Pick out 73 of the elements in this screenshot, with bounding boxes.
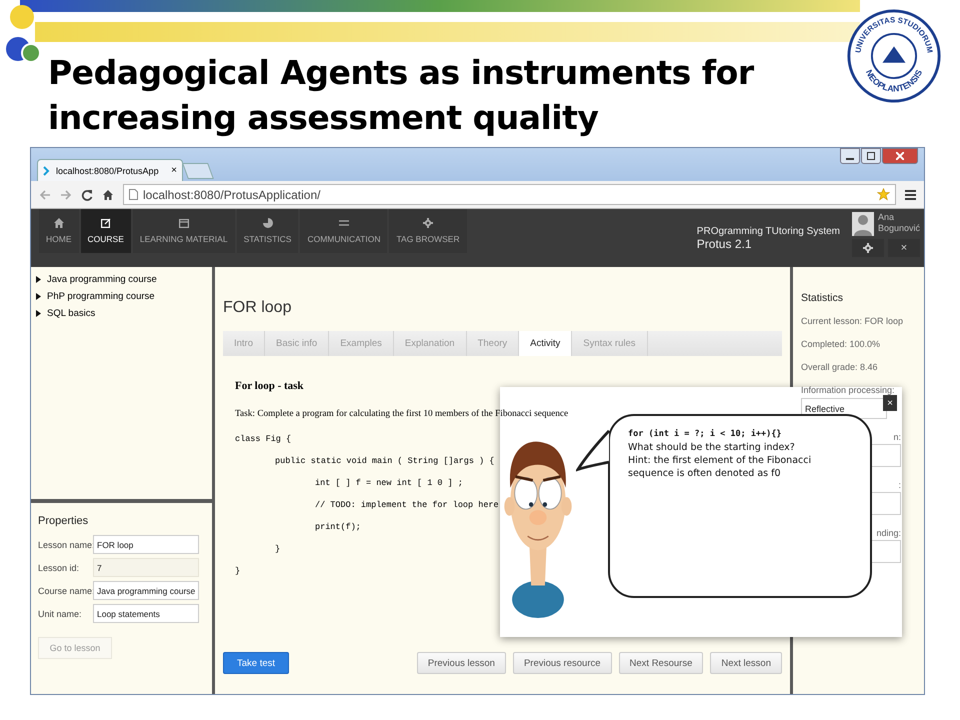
home-icon: [54, 218, 64, 228]
pie-chart-icon: [262, 218, 272, 228]
task-text: Task: Complete a program for calculating the first 10 members of the Fibonacci sequence: [235, 409, 570, 419]
field-label: Lesson name:: [38, 540, 93, 550]
exchange-icon: [338, 218, 349, 228]
field-label: Lesson id:: [38, 562, 80, 572]
gear-icon: [863, 243, 873, 253]
field-label: Unit name:: [38, 608, 83, 618]
nav-tab[interactable]: HOME: [39, 209, 78, 253]
code-line: class Fig {: [235, 434, 292, 444]
text-field[interactable]: Loop statements: [93, 604, 199, 623]
field-label: n:: [893, 432, 901, 442]
agent-question: What should be the starting index?: [628, 441, 796, 454]
field-label: Information processing:: [801, 385, 896, 395]
course-tree-item[interactable]: Java programming course: [36, 271, 207, 288]
task-title: For loop - task: [235, 380, 305, 392]
text-field[interactable]: Java programming course: [93, 581, 199, 600]
logout-button[interactable]: ×: [888, 239, 920, 257]
properties-heading: Properties: [38, 515, 90, 527]
nav-tab[interactable]: LEARNING MATERIAL: [132, 209, 235, 253]
user-name: Ana Bogunović: [878, 212, 922, 235]
lesson-tab[interactable]: Activity: [519, 331, 572, 356]
nav-tab[interactable]: STATISTICS: [236, 209, 298, 253]
window-close-button[interactable]: [882, 148, 918, 164]
text-field: 7: [93, 558, 199, 577]
maximize-button[interactable]: [861, 148, 881, 164]
lesson-button[interactable]: Previous lesson: [416, 652, 506, 674]
code-line: public static void main ( String []args ) {: [275, 456, 494, 466]
statistic-text: Completed: 100.0%: [801, 339, 882, 349]
course-tree-item[interactable]: SQL basics: [36, 305, 207, 322]
course-tree-item[interactable]: PhP programming course: [36, 288, 207, 305]
minimize-button[interactable]: [840, 148, 860, 164]
home-icon[interactable]: [102, 188, 114, 200]
edit-icon: [100, 218, 111, 228]
system-version: Protus 2.1: [696, 236, 752, 250]
nav-tab[interactable]: TAG BROWSER: [389, 209, 467, 253]
lesson-button[interactable]: Take test: [223, 652, 290, 674]
maximize-icon: [867, 152, 875, 160]
text-field[interactable]: FOR loop: [93, 535, 199, 554]
page-icon: [129, 189, 138, 200]
code-line: for (int i = ?; i < 10; i++){}: [628, 428, 783, 441]
lesson-button[interactable]: Next Resourse: [618, 652, 704, 674]
user-silhouette-icon: [852, 212, 874, 236]
field-label: :: [898, 480, 901, 490]
calendar-icon: [178, 218, 189, 228]
reload-icon[interactable]: [81, 188, 93, 200]
field-label: Course name:: [38, 586, 93, 596]
popup-close-button[interactable]: ×: [883, 395, 897, 411]
nav-tab[interactable]: COURSE: [80, 209, 131, 253]
slide-title: Pedagogical Agents as instruments for increasing assessment quality: [48, 52, 755, 139]
browser-tab[interactable]: localhost:8080/ProtusApp ×: [37, 159, 183, 181]
close-icon: [896, 152, 904, 160]
menu-icon[interactable]: [905, 190, 916, 200]
code-line: }: [235, 566, 240, 576]
nav-tab[interactable]: COMMUNICATION: [300, 209, 388, 253]
statistics-heading: Statistics: [801, 292, 844, 304]
statistic-text: Overall grade: 8.46: [801, 362, 879, 372]
gear-icon: [423, 218, 434, 228]
system-name: PROgramming TUtoring System: [696, 226, 840, 236]
statistic-text: Current lesson: FOR loop: [801, 316, 904, 326]
lesson-title: FOR loop: [223, 299, 292, 317]
star-icon[interactable]: [877, 188, 890, 201]
address-field[interactable]: localhost:8080/ProtusApplication/: [123, 184, 896, 205]
field-label: nding:: [876, 528, 901, 538]
code-line: }: [275, 544, 280, 554]
code-line: int [ ] f = new int [ 1 0 ] ;: [315, 478, 463, 488]
agent-hint: Hint: the first element of the Fibonacci sequence is often denoted as f0: [628, 454, 812, 480]
code-line: // TODO: implement the for loop here: [315, 500, 499, 510]
tab-close-button[interactable]: ×: [171, 165, 177, 176]
lesson-button[interactable]: Previous resource: [512, 652, 612, 674]
lesson-button[interactable]: Next lesson: [710, 652, 782, 674]
settings-button[interactable]: [852, 239, 884, 257]
code-line: print(f);: [315, 522, 361, 532]
